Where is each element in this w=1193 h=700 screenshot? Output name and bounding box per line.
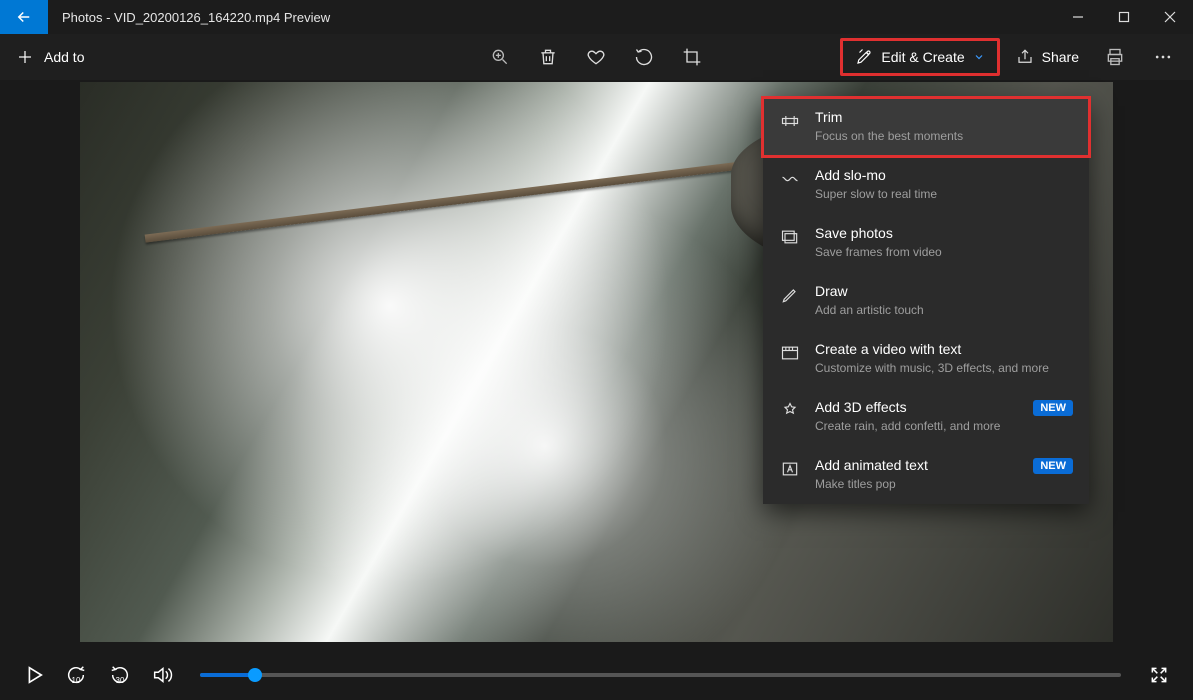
seek-fill — [200, 673, 255, 677]
zoom-button[interactable] — [476, 38, 524, 76]
toolbar: Add to Edit & Create Share — [0, 34, 1193, 80]
fullscreen-button[interactable] — [1139, 655, 1179, 695]
menu-sub: Focus on the best moments — [815, 128, 1073, 144]
effects-icon — [779, 400, 801, 422]
add-to-button[interactable]: Add to — [6, 38, 94, 76]
video-text-icon — [779, 342, 801, 364]
animated-text-icon — [779, 458, 801, 480]
playback-bar: 10 30 — [0, 650, 1193, 700]
trim-icon — [779, 110, 801, 132]
crop-button[interactable] — [668, 38, 716, 76]
edit-create-menu: Trim Focus on the best moments Add slo-m… — [763, 98, 1089, 504]
menu-title: Save photos — [815, 224, 1073, 242]
skip-forward-button[interactable]: 30 — [98, 655, 142, 695]
menu-title: Add slo-mo — [815, 166, 1073, 184]
share-label: Share — [1042, 49, 1079, 65]
menu-title: Add animated text — [815, 456, 1019, 474]
window-controls — [1055, 0, 1193, 34]
volume-button[interactable] — [142, 655, 182, 695]
skip-back-button[interactable]: 10 — [54, 655, 98, 695]
menu-item-draw[interactable]: Draw Add an artistic touch — [763, 272, 1089, 330]
delete-button[interactable] — [524, 38, 572, 76]
menu-sub: Super slow to real time — [815, 186, 1073, 202]
add-to-label: Add to — [44, 49, 84, 65]
menu-item-trim[interactable]: Trim Focus on the best moments — [763, 98, 1089, 156]
seek-bar[interactable] — [200, 673, 1121, 677]
menu-item-video-text[interactable]: Create a video with text Customize with … — [763, 330, 1089, 388]
back-button[interactable] — [0, 0, 48, 34]
skip-back-label: 10 — [72, 676, 81, 685]
menu-title: Draw — [815, 282, 1073, 300]
seek-thumb[interactable] — [248, 668, 262, 682]
menu-title: Add 3D effects — [815, 398, 1019, 416]
menu-title: Create a video with text — [815, 340, 1073, 358]
share-icon — [1016, 48, 1034, 66]
new-badge: NEW — [1033, 458, 1073, 474]
menu-item-3d-effects[interactable]: Add 3D effects Create rain, add confetti… — [763, 388, 1089, 446]
frames-icon — [779, 226, 801, 248]
menu-item-save-photos[interactable]: Save photos Save frames from video — [763, 214, 1089, 272]
minimize-button[interactable] — [1055, 0, 1101, 34]
menu-item-slomo[interactable]: Add slo-mo Super slow to real time — [763, 156, 1089, 214]
chevron-down-icon — [973, 51, 985, 63]
menu-title: Trim — [815, 108, 1073, 126]
maximize-button[interactable] — [1101, 0, 1147, 34]
titlebar: Photos - VID_20200126_164220.mp4 Preview — [0, 0, 1193, 34]
rotate-button[interactable] — [620, 38, 668, 76]
plus-icon — [16, 48, 34, 66]
edit-create-button[interactable]: Edit & Create — [840, 38, 999, 76]
slomo-icon — [779, 168, 801, 190]
menu-sub: Add an artistic touch — [815, 302, 1073, 318]
draw-icon — [779, 284, 801, 306]
menu-sub: Create rain, add confetti, and more — [815, 418, 1019, 434]
close-button[interactable] — [1147, 0, 1193, 34]
new-badge: NEW — [1033, 400, 1073, 416]
menu-sub: Save frames from video — [815, 244, 1073, 260]
edit-create-label: Edit & Create — [881, 49, 964, 65]
favorite-button[interactable] — [572, 38, 620, 76]
edit-icon — [855, 48, 873, 66]
print-button[interactable] — [1091, 38, 1139, 76]
menu-sub: Make titles pop — [815, 476, 1019, 492]
menu-sub: Customize with music, 3D effects, and mo… — [815, 360, 1073, 376]
window-title: Photos - VID_20200126_164220.mp4 Preview — [48, 0, 1055, 34]
skip-fwd-label: 30 — [116, 676, 125, 685]
menu-item-animated-text[interactable]: Add animated text Make titles pop NEW — [763, 446, 1089, 504]
more-button[interactable] — [1139, 38, 1187, 76]
play-button[interactable] — [14, 655, 54, 695]
share-button[interactable]: Share — [1004, 38, 1091, 76]
